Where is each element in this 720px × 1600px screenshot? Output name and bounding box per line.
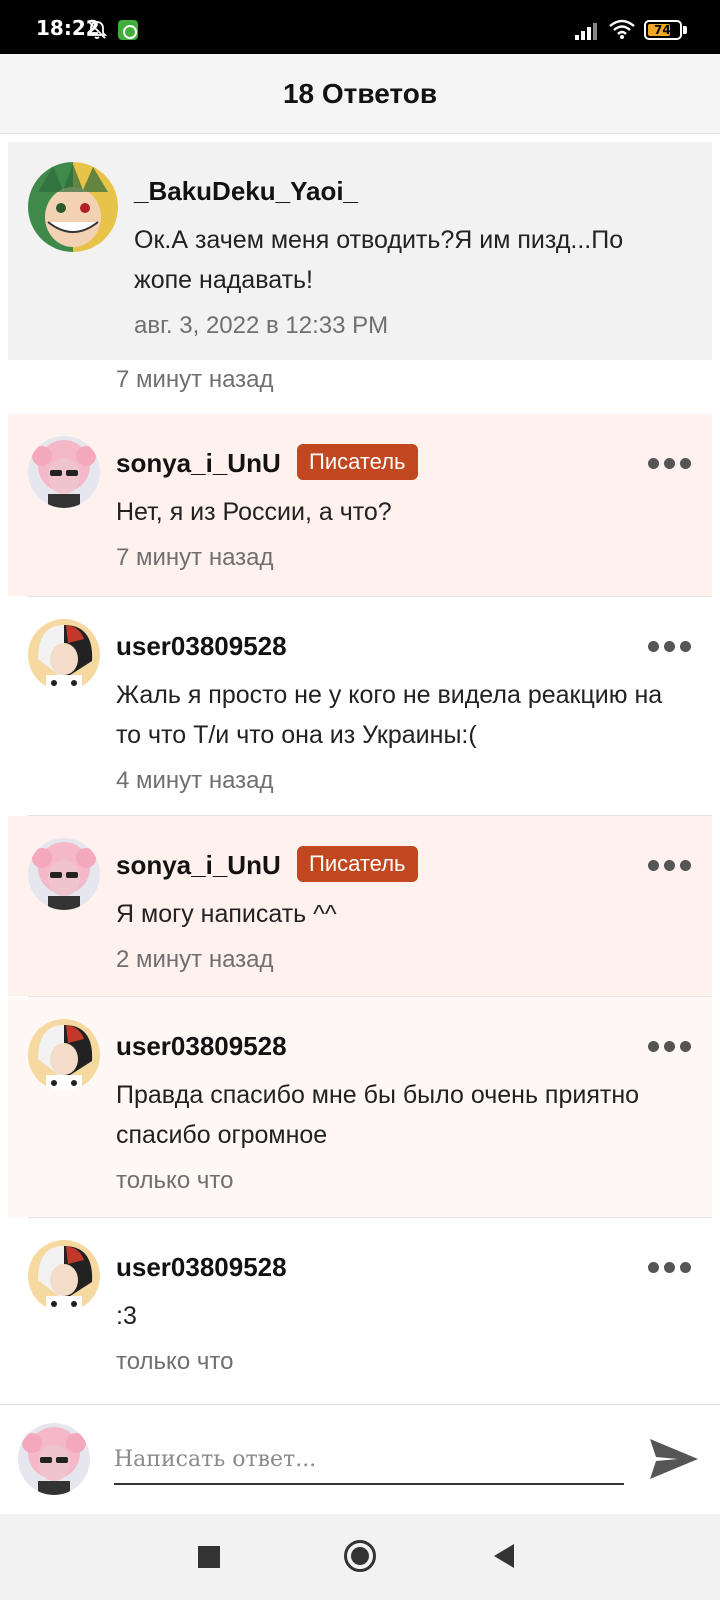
avatar-sonya-image [28, 436, 100, 508]
signal-icon [575, 23, 597, 40]
battery-level: 74 [654, 23, 671, 37]
avatar [18, 1423, 90, 1495]
wifi-icon [609, 19, 635, 39]
reply-text: Жаль я просто не у кого не видела реакци… [116, 681, 663, 749]
parent-time-ago: 7 минут назад [116, 366, 274, 393]
avatar[interactable] [28, 1240, 100, 1312]
more-options-icon[interactable] [648, 458, 692, 470]
avatar-sonya-image [28, 838, 100, 910]
parent-username[interactable]: _BakuDeku_Yaoi_ [134, 176, 358, 207]
avatar-user03809528-image [28, 619, 100, 691]
system-nav-bar [0, 1514, 720, 1600]
reply-time: только что [116, 1348, 234, 1375]
reply-username[interactable]: sonya_i_UnU [116, 448, 281, 479]
reply-item: sonya_i_UnU Писатель Нет, я из России, а… [8, 414, 712, 596]
avatar[interactable] [28, 162, 118, 252]
avatar-user03809528-image [28, 1019, 100, 1091]
reply-item: user03809528 :3 только что [8, 1218, 712, 1400]
reply-username[interactable]: user03809528 [116, 631, 287, 662]
writer-badge: Писатель [297, 846, 418, 882]
avatar-user03809528-image [28, 1240, 100, 1312]
reply-text: :3 [116, 1302, 137, 1330]
page-title: 18 Ответов [282, 78, 438, 109]
avatar[interactable] [28, 436, 100, 508]
reply-time: 2 минут назад [116, 946, 274, 973]
reply-composer [0, 1404, 720, 1514]
more-options-icon[interactable] [648, 641, 692, 653]
home-button[interactable] [344, 1540, 376, 1572]
more-options-icon[interactable] [648, 860, 692, 872]
reply-time: только что [116, 1167, 234, 1194]
reply-time: 7 минут назад [116, 544, 274, 571]
app-notification-icon [118, 20, 138, 40]
reply-text: Я могу написать ^^ [116, 900, 337, 928]
reply-time: 4 минут назад [116, 767, 274, 794]
reply-input[interactable] [114, 1435, 624, 1485]
avatar-bakudeku-image [28, 162, 118, 252]
parent-comment: _BakuDeku_Yaoi_ Ок.А зачем меня отводить… [8, 142, 712, 360]
back-button[interactable] [494, 1544, 514, 1568]
more-options-icon[interactable] [648, 1041, 692, 1053]
reply-username[interactable]: sonya_i_UnU [116, 850, 281, 881]
avatar-sonya-image [18, 1423, 90, 1495]
reply-text: Нет, я из России, а что? [116, 498, 392, 526]
battery-icon: 74 [644, 20, 688, 40]
bell-off-icon [86, 21, 108, 39]
reply-item: user03809528 Правда спасибо мне бы было … [8, 997, 712, 1217]
parent-comment-date: авг. 3, 2022 в 12:33 PM [134, 312, 389, 339]
header: 18 Ответов [0, 54, 720, 134]
recents-button[interactable] [198, 1546, 220, 1568]
avatar[interactable] [28, 838, 100, 910]
reply-item: user03809528 Жаль я просто не у кого не … [8, 597, 712, 815]
reply-item: sonya_i_UnU Писатель Я могу написать ^^ … [8, 816, 712, 996]
status-bar: 18:22 74 [0, 0, 720, 54]
reply-username[interactable]: user03809528 [116, 1252, 287, 1283]
writer-badge: Писатель [297, 444, 418, 480]
avatar[interactable] [28, 619, 100, 691]
parent-comment-text: Ок.А зачем меня отводить?Я им пизд...По … [134, 226, 624, 294]
reply-text: Правда спасибо мне бы было очень приятно… [116, 1081, 640, 1149]
avatar[interactable] [28, 1019, 100, 1091]
more-options-icon[interactable] [648, 1262, 692, 1274]
reply-username[interactable]: user03809528 [116, 1031, 287, 1062]
send-icon[interactable] [648, 1435, 700, 1483]
